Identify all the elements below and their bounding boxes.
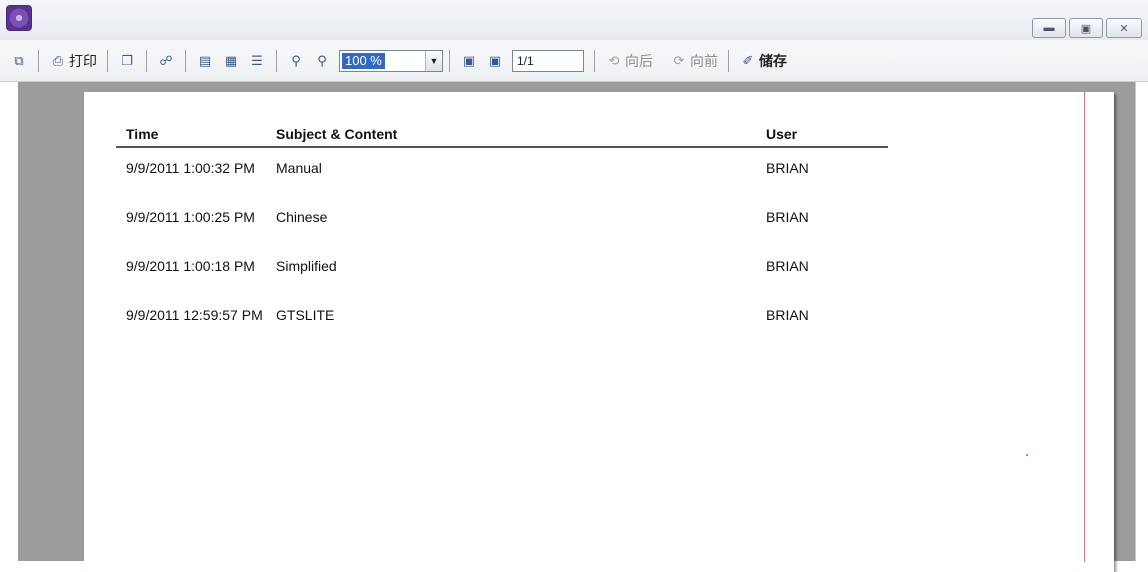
table-row: 9/9/2011 1:00:25 PM Chinese BRIAN (116, 197, 888, 246)
window-controls: ▬ ▣ ✕ (1032, 18, 1142, 38)
save-button[interactable]: ✐ 储存 (736, 48, 790, 74)
copy-icon: ❐ (121, 52, 133, 68)
zoom-value: 100 % (342, 52, 385, 69)
multi-page-icon: ▦ (224, 52, 238, 68)
pen-icon: ✐ (742, 52, 754, 68)
toolbar-separator (38, 49, 39, 72)
first-page-button[interactable]: ▣ (457, 48, 481, 74)
last-page-button[interactable]: ▣ (483, 48, 507, 74)
cell-user: BRIAN (766, 209, 809, 225)
left-strip (0, 82, 18, 561)
page-margin-line (1084, 92, 1085, 562)
page-number-input[interactable]: 1/1 (512, 49, 584, 72)
page-setup-icon: ☰ (251, 52, 263, 68)
table-row: 9/9/2011 12:59:57 PM GTSLITE BRIAN (116, 295, 888, 344)
cell-subject: Manual (276, 160, 322, 176)
toolbar-separator (185, 49, 186, 72)
cell-user: BRIAN (766, 258, 809, 274)
export-button[interactable]: ⧉ (7, 48, 31, 74)
header-user: User (766, 126, 798, 142)
preview-viewer: Time Subject & Content User 9/9/2011 1:0… (0, 82, 1148, 572)
margin-marker (1026, 454, 1028, 456)
find-button[interactable]: ☍ (154, 48, 178, 74)
close-button[interactable]: ✕ (1106, 18, 1142, 38)
table-row: 9/9/2011 1:00:18 PM Simplified BRIAN (116, 246, 888, 295)
cell-time: 9/9/2011 1:00:32 PM (126, 160, 255, 176)
toolbar-separator (107, 49, 108, 72)
forward-button[interactable]: ⟳ 向前 (667, 48, 721, 74)
forward-label: 向前 (690, 52, 718, 69)
zoom-out-button[interactable]: ⚲ (310, 48, 334, 74)
toolbar-separator (594, 49, 595, 72)
header-subject: Subject & Content (276, 126, 398, 142)
cell-subject: GTSLITE (276, 307, 335, 323)
zoom-in-icon: ⚲ (291, 52, 301, 68)
preview-background: Time Subject & Content User 9/9/2011 1:0… (18, 82, 1136, 572)
cell-subject: Simplified (276, 258, 337, 274)
page-setup-button[interactable]: ☰ (245, 48, 269, 74)
print-label: 打印 (69, 52, 97, 69)
toolbar-separator (146, 49, 147, 72)
chevron-down-icon[interactable]: ▼ (425, 50, 442, 71)
copy-button[interactable]: ❐ (115, 48, 139, 74)
minimize-button[interactable]: ▬ (1032, 18, 1066, 38)
title-bar: ▬ ▣ ✕ (0, 0, 1148, 40)
zoom-out-icon: ⚲ (317, 52, 327, 68)
toolbar-separator (449, 49, 450, 72)
first-page-icon: ▣ (462, 52, 476, 68)
cell-user: BRIAN (766, 160, 809, 176)
maximize-icon: ▣ (1080, 22, 1092, 35)
single-page-button[interactable]: ▤ (193, 48, 217, 74)
zoom-in-button[interactable]: ⚲ (284, 48, 308, 74)
cell-time: 9/9/2011 1:00:25 PM (126, 209, 255, 225)
export-icon: ⧉ (14, 52, 24, 68)
printer-icon: ⎙ (52, 52, 64, 68)
table-row: 9/9/2011 1:00:32 PM Manual BRIAN (116, 148, 888, 197)
last-page-icon: ▣ (488, 52, 502, 68)
maximize-button[interactable]: ▣ (1069, 18, 1103, 38)
multi-page-button[interactable]: ▦ (219, 48, 243, 74)
header-time: Time (126, 126, 159, 142)
report-table: Time Subject & Content User 9/9/2011 1:0… (116, 126, 888, 344)
cell-time: 9/9/2011 1:00:18 PM (126, 258, 255, 274)
vertical-scrollbar[interactable] (1135, 82, 1148, 561)
print-button[interactable]: ⎙ 打印 (46, 48, 100, 74)
cell-subject: Chinese (276, 209, 328, 225)
zoom-select[interactable]: 100 % ▼ (339, 49, 443, 72)
cell-user: BRIAN (766, 307, 809, 323)
report-page: Time Subject & Content User 9/9/2011 1:0… (84, 92, 1114, 572)
toolbar-separator (728, 49, 729, 72)
toolbar: ⧉ ⎙ 打印 ❐ ☍ ▤ ▦ ☰ ⚲ ⚲ 100 % ▼ ▣ ▣ 1/1 ⟲ 向… (0, 40, 1148, 82)
back-arrow-icon: ⟲ (608, 52, 620, 68)
close-icon: ✕ (1119, 22, 1129, 35)
cell-time: 9/9/2011 12:59:57 PM (126, 307, 263, 323)
forward-arrow-icon: ⟳ (673, 52, 685, 68)
binoculars-icon: ☍ (159, 52, 173, 68)
back-label: 向后 (625, 52, 653, 69)
minimize-icon: ▬ (1043, 22, 1055, 34)
toolbar-separator (276, 49, 277, 72)
back-button[interactable]: ⟲ 向后 (602, 48, 656, 74)
single-page-icon: ▤ (198, 52, 212, 68)
app-logo-icon[interactable] (6, 5, 32, 31)
report-header-row: Time Subject & Content User (116, 126, 888, 148)
save-label: 储存 (759, 52, 787, 69)
